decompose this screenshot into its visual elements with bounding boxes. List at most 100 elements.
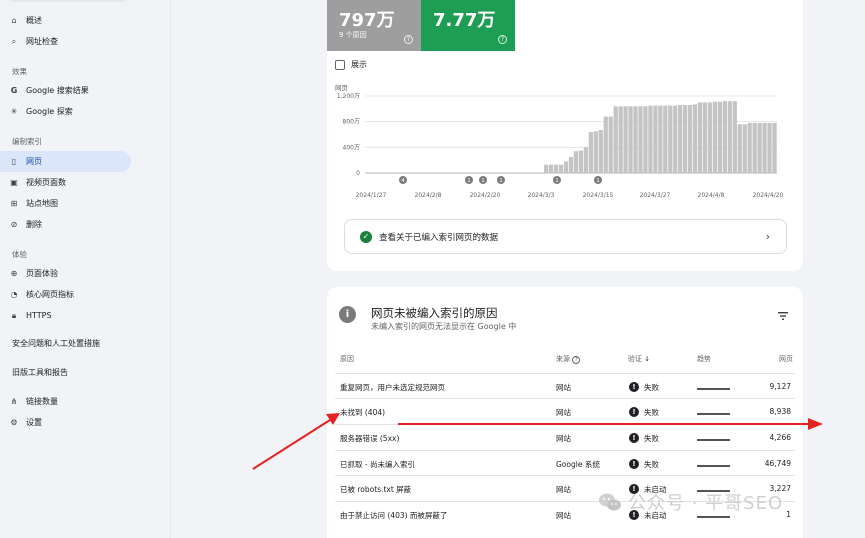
header-pages[interactable]: 网页 — [779, 354, 793, 364]
sidebar-item-sitemaps[interactable]: ⊞ 站点地图 — [0, 193, 131, 214]
chevron-right-icon: › — [765, 230, 770, 243]
cell-source: 网站 — [556, 511, 571, 520]
lock-icon: 🔒︎ — [11, 310, 17, 320]
trend-sparkline — [697, 388, 730, 390]
chart-bar — [747, 122, 752, 173]
pages-chart: 网页1,200万 800万 400万 0 2024/1/27 2024/2/8 2024/2… — [335, 84, 784, 199]
page-icon: ▯ — [11, 157, 17, 166]
sidebar-item-video-pages[interactable]: ▣ 视频页面数 — [0, 172, 131, 193]
cell-pages: 9,127 — [769, 382, 791, 391]
sidebar-item-url-inspection[interactable]: ⌕ 网址检查 — [0, 31, 131, 52]
header-source[interactable]: 来源 ? — [556, 354, 581, 364]
cell-source: 网站 — [556, 383, 571, 392]
cell-source: Google 系统 — [556, 460, 600, 469]
x-tick-label: 2024/4/20 — [753, 192, 784, 199]
show-toggle[interactable]: 展示 — [335, 59, 367, 70]
sidebar-item-core-web-vitals[interactable]: ◔ 核心网页指标 — [0, 284, 131, 305]
sidebar-item-google-search[interactable]: G Google 搜索结果 — [0, 80, 131, 101]
sidebar-item-label: 安全问题和人工处置措施 — [12, 339, 100, 348]
annotation-marker-label: 1 — [499, 178, 503, 184]
indexed-tile[interactable]: 7.77万 ? — [421, 0, 515, 51]
help-icon[interactable]: ? — [572, 356, 581, 364]
cell-source: 网站 — [556, 485, 571, 494]
chart-bar — [707, 102, 713, 173]
sidebar-item-legacy[interactable]: 旧版工具和报告 — [0, 362, 131, 383]
chart-bar — [544, 164, 549, 173]
header-source-label: 来源 — [556, 355, 570, 363]
indexed-value: 7.77万 — [433, 10, 496, 31]
sidebar-item-label: HTTPS — [26, 311, 52, 320]
sidebar-item-security[interactable]: 安全问题和人工处置措施 — [0, 333, 131, 354]
chart-bar — [598, 130, 603, 173]
view-indexed-data-row[interactable]: ✓ 查看关于已编入索引网页的数据 › — [344, 219, 787, 254]
chart-bar — [688, 104, 693, 173]
cell-reason: 未找到 (404) — [340, 408, 386, 417]
sidebar-item-label: 旧版工具和报告 — [12, 368, 68, 377]
sidebar-item-label: Google 搜索结果 — [26, 86, 89, 95]
chart-bar — [732, 101, 737, 173]
chart-bar — [668, 105, 673, 173]
chart-bar — [653, 105, 658, 173]
y-tick-label: 400万 — [343, 144, 360, 151]
section-index: 编制索引 — [12, 137, 42, 146]
chart-bar — [737, 124, 742, 173]
chart-bar — [583, 147, 589, 173]
header-validation[interactable]: 验证 ↓ — [628, 354, 650, 364]
cell-status: 失败 — [644, 460, 659, 469]
gear-icon: ⚙ — [10, 418, 18, 427]
sidebar-item-label: 设置 — [26, 418, 42, 427]
trend-sparkline — [697, 516, 730, 518]
cell-reason: 服务器错误 (5xx) — [340, 434, 400, 443]
why-subtitle: 未编入索引的网页无法显示在 Google 中 — [371, 322, 517, 331]
annotation-marker-label: 1 — [481, 178, 485, 184]
x-tick-label: 2024/1/27 — [356, 192, 387, 199]
show-checkbox[interactable] — [335, 59, 345, 70]
sidebar-item-https[interactable]: 🔒︎ HTTPS — [0, 305, 131, 326]
header-trend: 趋势 — [697, 355, 711, 363]
chart-bar — [603, 116, 608, 173]
sidebar-item-pages[interactable]: ▯ 网页 — [0, 151, 131, 172]
chart-bar — [588, 131, 593, 173]
cell-reason: 由于禁止访问 (403) 而被屏蔽了 — [340, 511, 448, 520]
filter-icon[interactable] — [776, 309, 790, 323]
chart-bar — [742, 124, 747, 173]
chart-bar — [683, 104, 688, 173]
chart-bar — [613, 106, 618, 173]
chart-bar — [727, 101, 732, 173]
chart-bar — [568, 156, 574, 173]
cell-pages: 46,749 — [764, 459, 791, 468]
cell-status: 失败 — [644, 383, 659, 392]
sidebar-item-removals[interactable]: ⊘ 删除 — [0, 214, 131, 235]
chart-bar — [722, 101, 728, 173]
section-experience: 体验 — [12, 250, 27, 259]
sidebar-item-page-experience[interactable]: ⊕ 页面体验 — [0, 263, 131, 284]
chart-bar — [678, 104, 683, 173]
sidebar-item-google-discover[interactable]: ✳ Google 探索 — [0, 101, 131, 122]
section-effect: 效果 — [12, 67, 27, 76]
cell-pages: 4,266 — [769, 433, 791, 442]
speed-icon: ◔ — [10, 290, 18, 299]
video-page-icon: ▣ — [10, 178, 18, 187]
sidebar-item-label: 核心网页指标 — [26, 290, 74, 299]
sidebar-item-label: 网址检查 — [26, 37, 58, 46]
not-indexed-sub: 9 个原因 — [339, 31, 367, 39]
header-reason[interactable]: 原因 — [340, 354, 354, 364]
chart-bar — [767, 122, 772, 173]
trend-sparkline — [697, 439, 730, 441]
annotation-marker-label: 4 — [401, 178, 405, 184]
check-icon: ✓ — [360, 230, 372, 243]
not-indexed-value: 797万 — [339, 10, 395, 31]
sidebar-item-links[interactable]: ⋔ 链接数量 — [0, 391, 131, 412]
help-icon[interactable]: ? — [404, 35, 413, 44]
not-indexed-tile[interactable]: 797万 9 个原因 ? — [327, 0, 421, 51]
sidebar-item-settings[interactable]: ⚙ 设置 — [0, 412, 131, 433]
x-tick-label: 2024/4/8 — [698, 192, 725, 199]
chart-bar — [593, 131, 598, 173]
chart-bar — [633, 106, 638, 173]
chart-bar — [573, 151, 579, 173]
sidebar-item-overview[interactable]: ⌂ 概述 — [0, 10, 131, 31]
x-tick-label: 2024/3/3 — [528, 192, 555, 199]
plus-circle-icon: ⊕ — [10, 269, 18, 278]
help-icon[interactable]: ? — [498, 35, 507, 44]
y-tick-label: 800万 — [343, 119, 360, 126]
